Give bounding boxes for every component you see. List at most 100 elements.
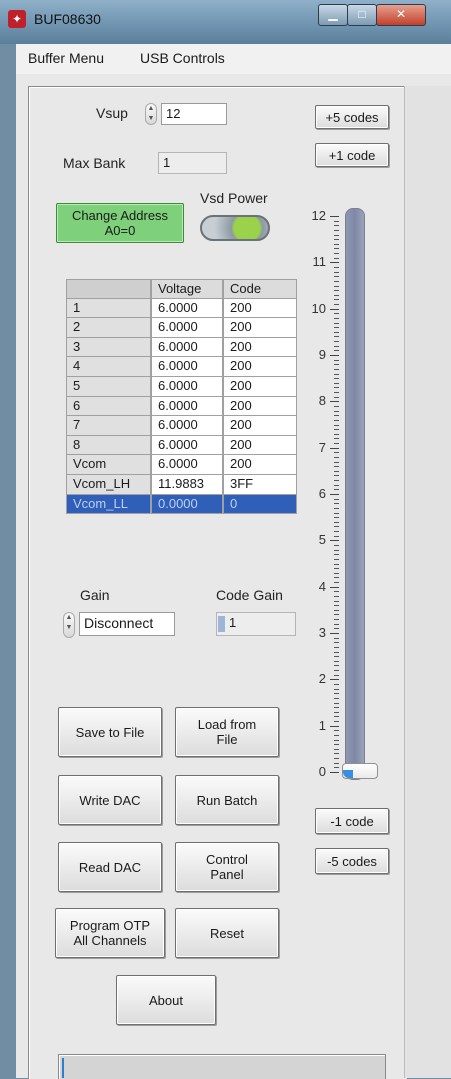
slider-major-tick [330, 401, 339, 403]
table-row[interactable]: 1 6.0000 200 [66, 298, 297, 319]
table-row[interactable]: 6 6.0000 200 [66, 396, 297, 417]
about-button[interactable]: About [116, 975, 216, 1025]
row-label: Vcom_LL [66, 494, 151, 515]
code-cell[interactable]: 200 [223, 396, 297, 417]
voltage-slider-track[interactable] [345, 208, 365, 780]
slider-minor-tick [334, 484, 339, 486]
table-row[interactable]: 8 6.0000 200 [66, 435, 297, 456]
voltage-cell[interactable]: 6.0000 [151, 376, 223, 397]
slider-major-tick [330, 308, 339, 310]
table-row[interactable]: Vcom_LH 11.9883 3FF [66, 474, 297, 495]
code-cell[interactable]: 200 [223, 318, 297, 338]
vsup-spinner[interactable]: ▲ ▼ [145, 103, 157, 125]
slider-minor-tick [334, 220, 339, 222]
slider-minor-tick [334, 452, 339, 454]
vsup-input[interactable]: 12 [161, 103, 227, 125]
max-bank-label: Max Bank [63, 155, 126, 171]
voltage-cell[interactable]: 0.0000 [151, 494, 223, 515]
slider-minor-tick [334, 317, 339, 319]
control-panel-button[interactable]: Control Panel [175, 842, 279, 892]
row-label: 1 [66, 298, 151, 319]
voltage-cell[interactable]: 6.0000 [151, 318, 223, 338]
slider-minor-tick [334, 243, 339, 245]
table-row[interactable]: 7 6.0000 200 [66, 416, 297, 436]
table-row[interactable]: Vcom 6.0000 200 [66, 455, 297, 475]
voltage-cell[interactable]: 6.0000 [151, 396, 223, 417]
slider-minor-tick [334, 656, 339, 658]
code-cell[interactable]: 200 [223, 455, 297, 475]
row-label: 6 [66, 396, 151, 417]
channel-table[interactable]: Voltage Code 1 6.0000 200 2 6.0000 200 3 6.00… [66, 279, 297, 515]
table-row[interactable]: 5 6.0000 200 [66, 376, 297, 397]
gain-spinner[interactable]: ▲ ▼ [63, 612, 75, 638]
code-cell[interactable]: 200 [223, 298, 297, 319]
right-strip [404, 86, 451, 1078]
minimize-button[interactable]: ▁ [318, 4, 348, 26]
slider-tick-label: 4 [318, 578, 326, 594]
code-cell[interactable]: 3FF [223, 474, 297, 495]
voltage-cell[interactable]: 11.9883 [151, 474, 223, 495]
voltage-cell[interactable]: 6.0000 [151, 455, 223, 475]
voltage-cell[interactable]: 6.0000 [151, 298, 223, 319]
plus-1-code-button[interactable]: +1 code [315, 143, 389, 167]
slider-minor-tick [334, 744, 339, 746]
code-cell[interactable]: 200 [223, 435, 297, 456]
code-cell[interactable]: 0 [223, 494, 297, 515]
plus-5-codes-button[interactable]: +5 codes [315, 105, 389, 129]
table-row[interactable]: 3 6.0000 200 [66, 337, 297, 358]
code-gain-cursor [218, 616, 225, 632]
slider-minor-tick [334, 373, 339, 375]
row-label: 3 [66, 337, 151, 358]
slider-minor-tick [334, 600, 339, 602]
table-row[interactable]: 4 6.0000 200 [66, 357, 297, 377]
reset-button[interactable]: Reset [175, 908, 279, 958]
menu-buffer-menu[interactable]: Buffer Menu [28, 50, 104, 66]
slider-major-tick [330, 772, 339, 773]
slider-minor-tick [334, 674, 339, 676]
voltage-cell[interactable]: 6.0000 [151, 357, 223, 377]
voltage-cell[interactable]: 6.0000 [151, 416, 223, 436]
row-label: 5 [66, 376, 151, 397]
slider-minor-tick [334, 526, 339, 528]
program-otp-button[interactable]: Program OTP All Channels [55, 908, 165, 958]
table-header-voltage: Voltage [151, 279, 223, 299]
load-from-file-button[interactable]: Load from File [175, 707, 279, 757]
code-gain-field[interactable]: 1 [216, 612, 296, 636]
table-row-selected[interactable]: Vcom_LL 0.0000 0 [66, 494, 297, 515]
change-address-line2: A0=0 [104, 223, 136, 238]
slider-minor-tick [334, 665, 339, 667]
save-to-file-button[interactable]: Save to File [58, 707, 162, 757]
voltage-cell[interactable]: 6.0000 [151, 337, 223, 358]
slider-major-tick [330, 679, 339, 681]
code-cell[interactable]: 200 [223, 337, 297, 358]
run-batch-button[interactable]: Run Batch [175, 775, 279, 825]
maximize-button[interactable]: □ [347, 4, 377, 26]
menu-usb-controls[interactable]: USB Controls [140, 50, 225, 66]
slider-minor-tick [334, 577, 339, 579]
minus-5-codes-button[interactable]: -5 codes [315, 848, 389, 874]
slider-minor-tick [334, 229, 339, 231]
change-address-button[interactable]: Change Address A0=0 [56, 203, 184, 243]
slider-minor-tick [334, 591, 339, 593]
slider-major-tick [330, 633, 339, 634]
table-header-row: Voltage Code [66, 279, 297, 299]
slider-minor-tick [334, 248, 339, 250]
slider-minor-tick [334, 651, 339, 653]
close-button[interactable]: ✕ [376, 4, 426, 26]
voltage-cell[interactable]: 6.0000 [151, 435, 223, 456]
minus-1-code-button[interactable]: -1 code [315, 808, 389, 834]
slider-minor-tick [334, 614, 339, 616]
gain-select[interactable]: Disconnect [79, 612, 175, 636]
slider-minor-tick [334, 429, 339, 431]
write-dac-button[interactable]: Write DAC [58, 775, 162, 825]
slider-minor-tick [334, 419, 339, 421]
slider-minor-tick [334, 489, 339, 491]
code-cell[interactable]: 200 [223, 357, 297, 377]
code-cell[interactable]: 200 [223, 376, 297, 397]
slider-minor-tick [334, 619, 339, 621]
vsd-power-led[interactable] [200, 215, 270, 241]
code-cell[interactable]: 200 [223, 416, 297, 436]
read-dac-button[interactable]: Read DAC [58, 842, 162, 892]
slider-major-tick [330, 216, 339, 217]
table-row[interactable]: 2 6.0000 200 [66, 318, 297, 338]
